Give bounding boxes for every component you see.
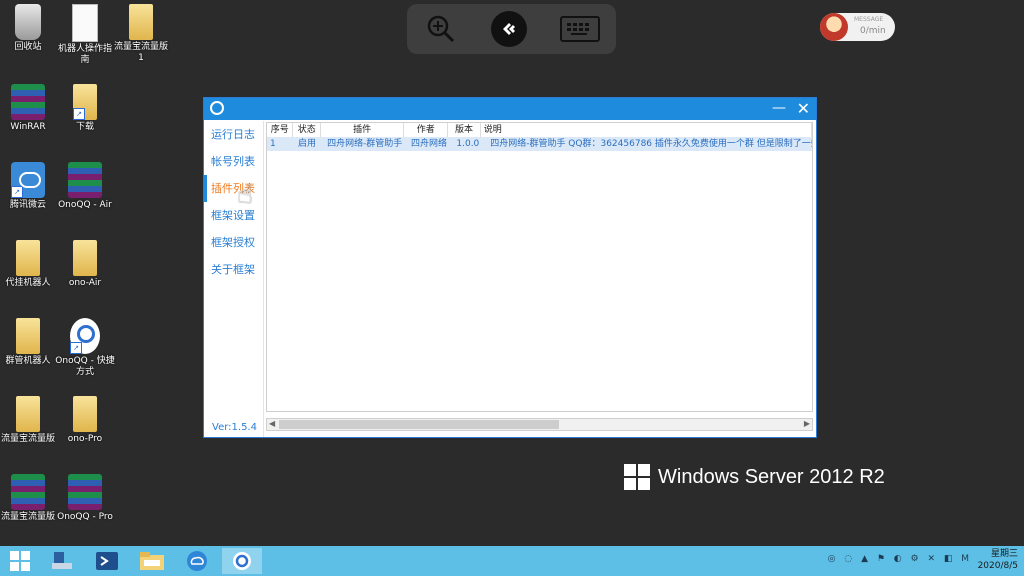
taskbar: ◎ ◌ ▲ ⚑ ◐ ⚙ ✕ ◧ M 星期三 2020/8/5	[0, 546, 1024, 576]
scroll-thumb[interactable]	[279, 420, 559, 429]
winrar-icon	[11, 84, 45, 120]
tray-ime-label[interactable]: M	[961, 554, 972, 564]
winrar-icon	[68, 474, 102, 510]
desktop-icon-onoqq-shortcut[interactable]: ↗ OnoQQ - 快捷方式	[54, 318, 116, 378]
server-manager-icon[interactable]	[42, 548, 82, 574]
start-button[interactable]	[0, 548, 40, 574]
message-widget[interactable]: MESSAGE 0/min	[820, 13, 895, 41]
scroll-right-icon[interactable]: ▶	[804, 419, 810, 428]
shortcut-arrow-icon: ↗	[70, 342, 82, 354]
desktop-icon-downloads[interactable]: ↗ 下载	[54, 84, 116, 133]
desktop-icon-winrar[interactable]: WinRAR	[0, 84, 59, 133]
desktop-icon-onoqq-pro[interactable]: OnoQQ - Pro	[54, 474, 116, 523]
hand-cursor-icon: ☝	[237, 180, 253, 210]
file-explorer-icon[interactable]	[132, 548, 172, 574]
nav-account-list[interactable]: 帐号列表	[204, 148, 263, 175]
column-header-version[interactable]: 版本	[448, 123, 481, 137]
desktop-icon-ono-air[interactable]: ono-Air	[54, 240, 116, 289]
folder-icon	[16, 396, 40, 432]
cell-version: 1.0.0	[456, 139, 480, 149]
desktop-icon-recycle-bin[interactable]: 回收站	[0, 4, 59, 53]
folder-icon	[73, 240, 97, 276]
desktop-icon-daigua-robot[interactable]: 代挂机器人	[0, 240, 59, 289]
weiyun-taskbar-icon[interactable]	[177, 548, 217, 574]
winrar-icon	[68, 162, 102, 198]
clock-date: 2020/8/5	[977, 561, 1018, 571]
desktop-icon-ono-pro[interactable]: ono-Pro	[54, 396, 116, 445]
nav-plugin-list[interactable]: 插件列表	[204, 175, 263, 202]
message-title: MESSAGE	[854, 16, 884, 23]
clock-day: 星期三	[990, 549, 1018, 559]
folder-download-icon: ↗	[73, 84, 97, 120]
app-logo-icon	[210, 101, 224, 115]
onoqq-icon: ↗	[70, 318, 100, 354]
recycle-bin-icon	[15, 4, 41, 40]
nav-run-log[interactable]: 运行日志	[204, 121, 263, 148]
winrar-icon	[11, 474, 45, 510]
keyboard-icon[interactable]	[559, 16, 600, 42]
cloud-icon: ↗	[11, 162, 45, 198]
scroll-left-icon[interactable]: ◀	[269, 419, 275, 428]
document-icon	[72, 4, 98, 42]
folder-icon	[129, 4, 153, 40]
cell-index: 1	[270, 139, 276, 149]
shortcut-arrow-icon: ↗	[73, 108, 85, 120]
plugin-table: 序号 状态 插件 作者 版本 说明 1 启用 四舟网络-群管助手 四舟网络 1.…	[266, 122, 813, 412]
close-button[interactable]: ✕	[797, 99, 810, 118]
desktop-icon-qunguan-robot[interactable]: 群管机器人	[0, 318, 59, 367]
desktop-icon-liuliangbao[interactable]: 流量宝流量版	[0, 396, 59, 445]
folder-icon	[16, 318, 40, 354]
windows-logo-icon	[624, 464, 650, 490]
cell-plugin: 四舟网络-群管助手	[327, 139, 403, 149]
remote-desktop-icon[interactable]	[491, 11, 528, 47]
nav-about[interactable]: 关于框架	[204, 256, 263, 283]
remote-toolbar	[407, 4, 616, 54]
column-header-plugin[interactable]: 插件	[321, 123, 405, 137]
folder-icon	[16, 240, 40, 276]
desktop-icon-liuliangbao-rar[interactable]: 流量宝流量版	[0, 474, 59, 523]
desktop-icon-liuliangbao-1[interactable]: 流量宝流量版 1	[110, 4, 172, 64]
onoqq-window: — ✕ 运行日志 帐号列表 插件列表 框架设置 框架授权 关于框架 Ver:1.…	[203, 97, 817, 438]
shortcut-arrow-icon: ↗	[11, 186, 23, 198]
nav-framework-settings[interactable]: 框架设置	[204, 202, 263, 229]
title-bar[interactable]: — ✕	[204, 98, 816, 120]
cell-description: 四舟网络-群管助手 QQ群：362456786 插件永久免费使用一个群 但是限制…	[490, 139, 812, 149]
cell-status: 启用	[298, 139, 317, 149]
sidebar: 运行日志 帐号列表 插件列表 框架设置 框架授权 关于框架 Ver:1.5.4	[204, 121, 264, 437]
avatar	[820, 13, 848, 41]
table-header: 序号 状态 插件 作者 版本 说明	[267, 123, 812, 137]
column-header-status[interactable]: 状态	[293, 123, 321, 137]
nav-framework-auth[interactable]: 框架授权	[204, 229, 263, 256]
horizontal-scrollbar[interactable]: ◀ ▶	[266, 418, 813, 431]
system-tray[interactable]: ◎ ◌ ▲ ⚑ ◐ ⚙ ✕ ◧ M	[828, 554, 972, 564]
version-label: Ver:1.5.4	[212, 422, 257, 433]
column-header-index[interactable]: 序号	[267, 123, 294, 137]
os-branding: Windows Server 2012 R2	[624, 464, 885, 490]
clock[interactable]: 星期三 2020/8/5	[978, 548, 1018, 572]
cell-author: 四舟网络	[410, 139, 447, 149]
powershell-icon[interactable]	[87, 548, 127, 574]
minimize-button[interactable]: —	[772, 100, 786, 116]
desktop-icon-robot-guide[interactable]: 机器人操作指南	[54, 4, 116, 66]
table-row[interactable]: 1 启用 四舟网络-群管助手 四舟网络 1.0.0 四舟网络-群管助手 QQ群：…	[267, 137, 812, 151]
onoqq-taskbar-icon[interactable]	[222, 548, 262, 574]
folder-icon	[73, 396, 97, 432]
column-header-author[interactable]: 作者	[404, 123, 449, 137]
os-name: Windows Server 2012 R2	[658, 465, 885, 488]
column-header-description[interactable]: 说明	[481, 123, 812, 137]
desktop-icon-weiyun[interactable]: ↗ 腾讯微云	[0, 162, 59, 211]
desktop-icon-onoqq-air[interactable]: OnoQQ - Air	[54, 162, 116, 211]
message-rate: 0/min	[860, 26, 886, 36]
zoom-in-icon[interactable]	[423, 11, 459, 47]
